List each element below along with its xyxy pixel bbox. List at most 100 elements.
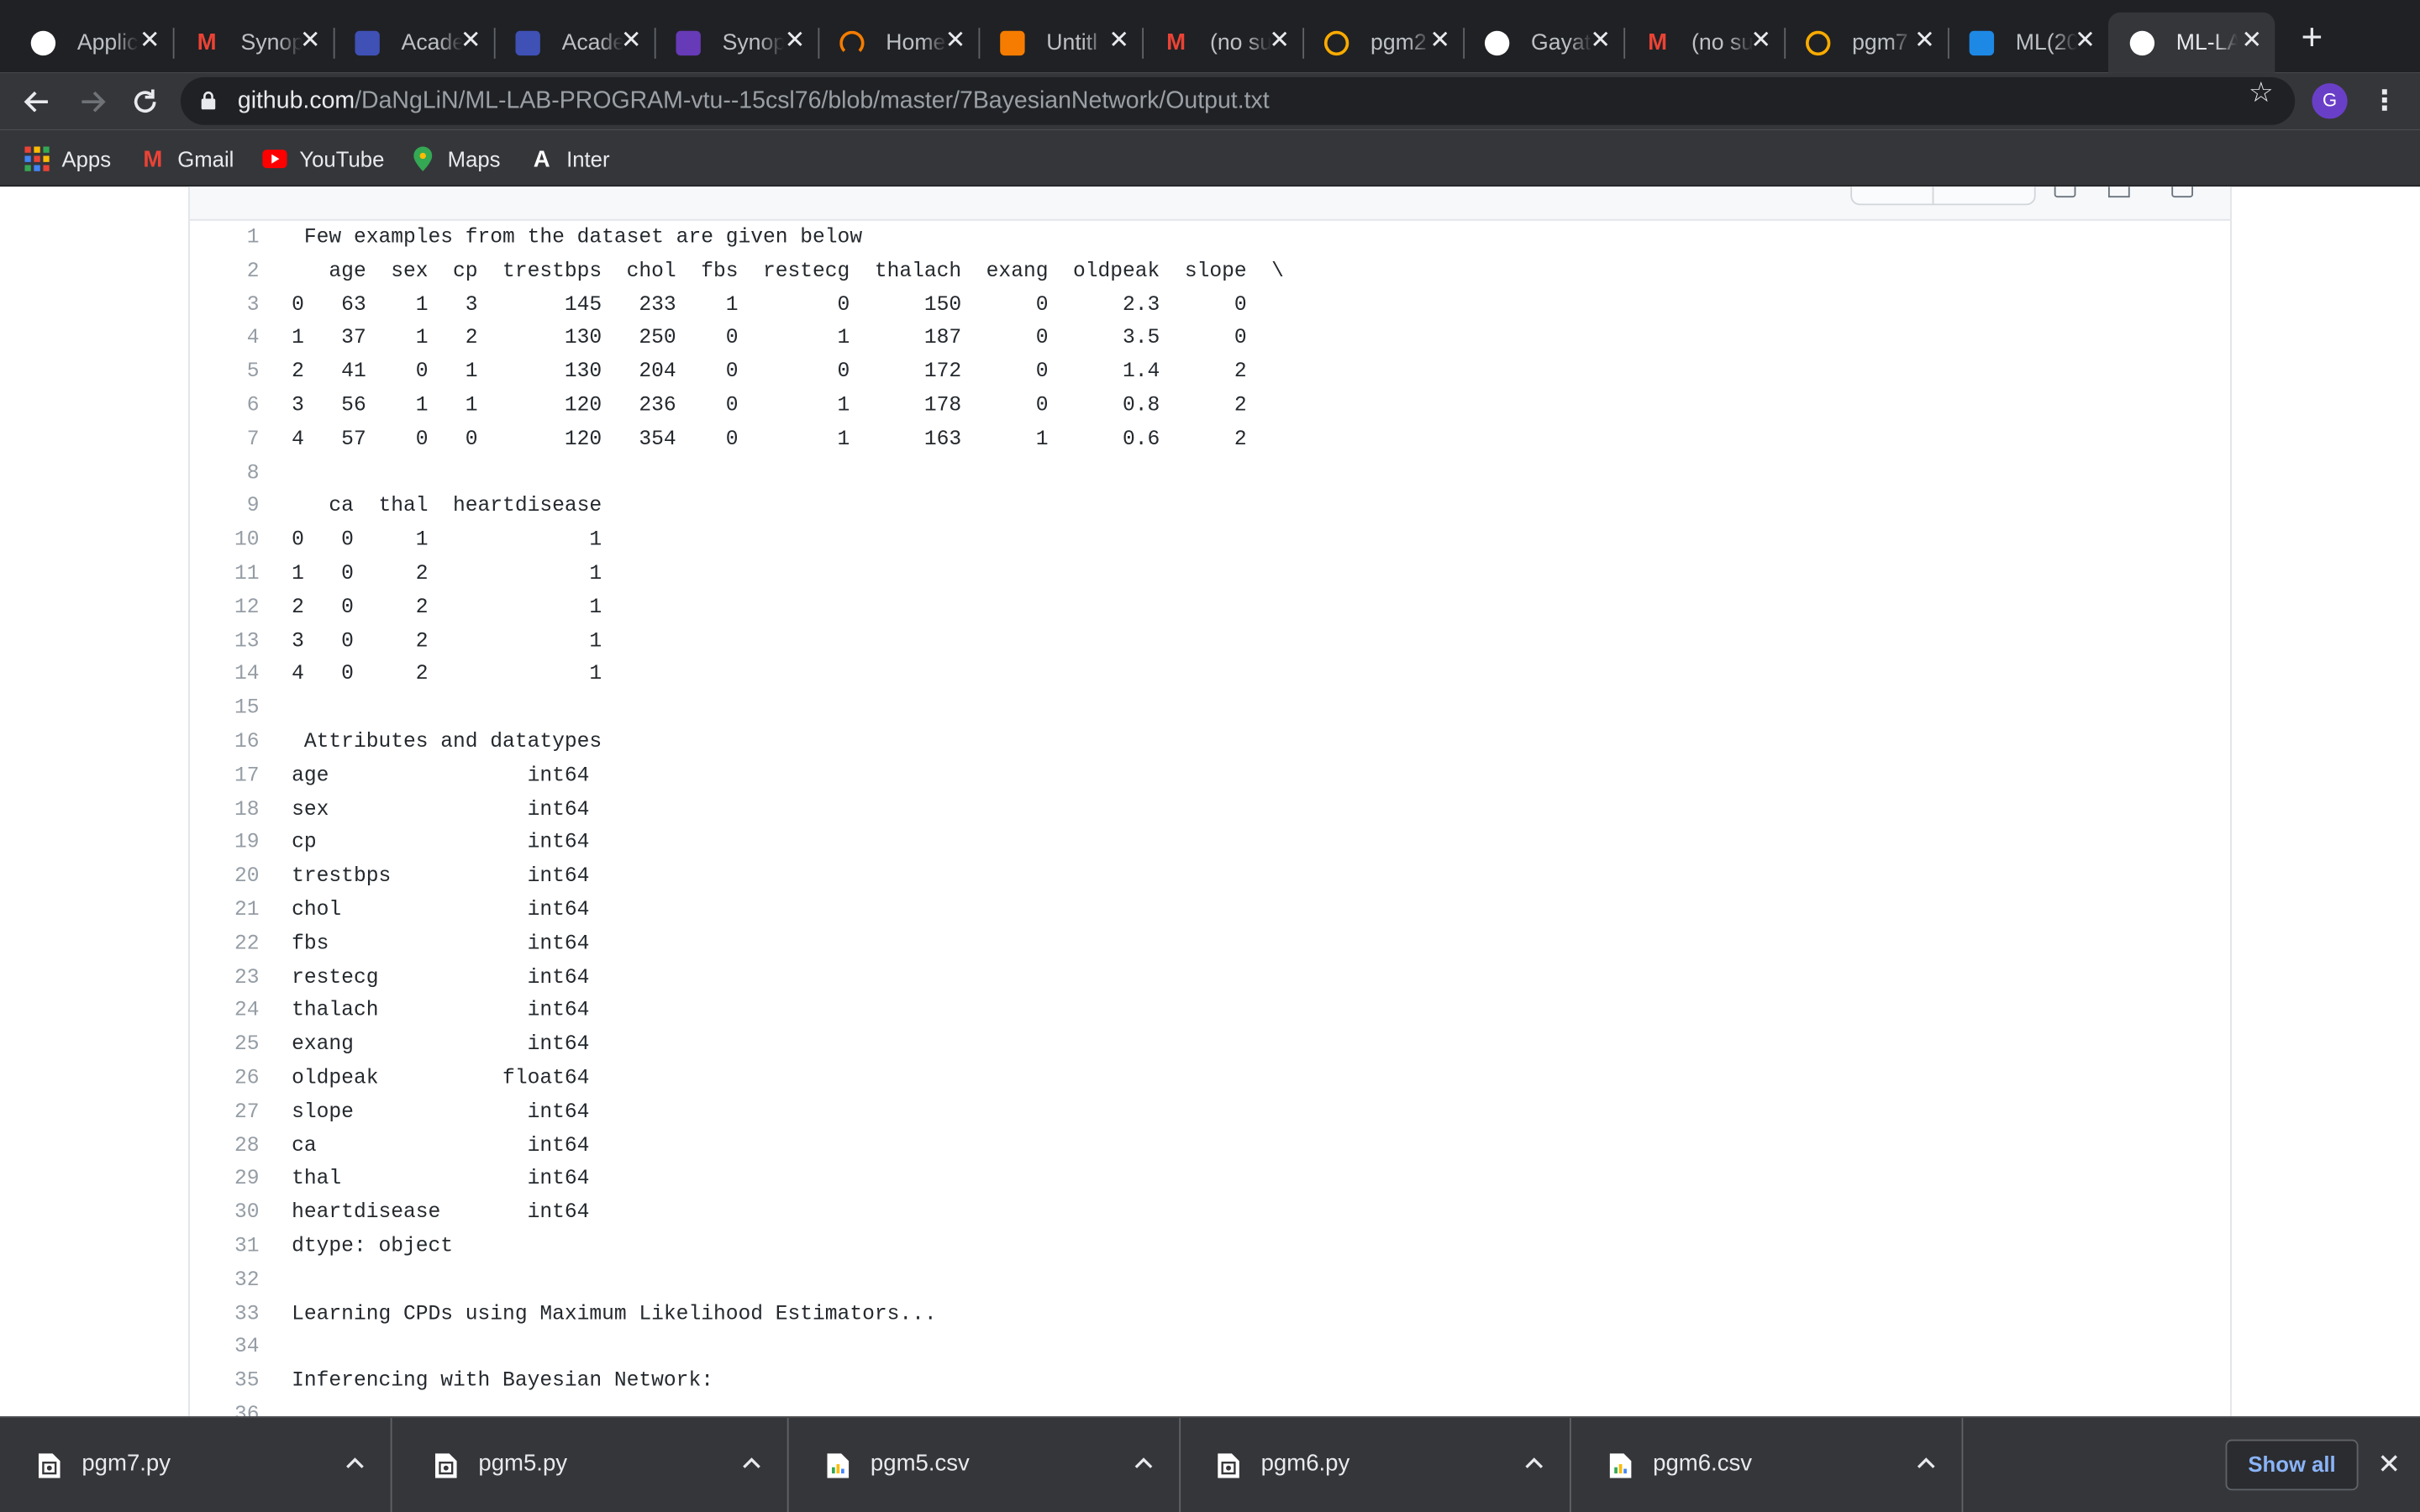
line-number[interactable]: 21: [190, 895, 260, 928]
browser-tab[interactable]: Home ✕: [818, 13, 981, 73]
browser-tab[interactable]: M Synop ✕: [173, 13, 335, 73]
tab-close-icon[interactable]: ✕: [2238, 28, 2265, 55]
line-number[interactable]: 12: [190, 592, 260, 626]
desktop-icon[interactable]: [2054, 186, 2076, 198]
chevron-up-icon[interactable]: [339, 1447, 371, 1478]
browser-tab[interactable]: Applic ✕: [9, 13, 175, 73]
line-number[interactable]: 31: [190, 1231, 260, 1265]
bookmark-inter[interactable]: A Inter: [529, 145, 610, 173]
tab-close-icon[interactable]: ✕: [1426, 28, 1454, 55]
line-number[interactable]: 15: [190, 693, 260, 727]
bookmark-apps[interactable]: Apps: [24, 145, 111, 173]
tab-close-icon[interactable]: ✕: [1265, 28, 1293, 55]
line-number[interactable]: 14: [190, 659, 260, 693]
line-number[interactable]: 17: [190, 760, 260, 794]
tab-close-icon[interactable]: ✕: [457, 28, 485, 55]
browser-tab[interactable]: M (no su ✕: [1623, 13, 1786, 73]
line-number[interactable]: 4: [190, 323, 260, 357]
raw-blame-button-group[interactable]: [1850, 186, 2036, 206]
line-number[interactable]: 20: [190, 861, 260, 895]
download-item[interactable]: pgm5.csv: [789, 1417, 1181, 1512]
browser-tab[interactable]: Gayat ✕: [1463, 13, 1626, 73]
reload-button[interactable]: [124, 81, 166, 123]
browser-tab[interactable]: Untitl ✕: [978, 13, 1144, 73]
download-item[interactable]: pgm6.py: [1179, 1417, 1571, 1512]
line-number[interactable]: 35: [190, 1366, 260, 1399]
forward-button[interactable]: [71, 81, 113, 123]
bookmark-star-icon[interactable]: ☆: [2245, 77, 2276, 108]
line-number[interactable]: 10: [190, 525, 260, 559]
line-number[interactable]: 28: [190, 1130, 260, 1163]
line-number[interactable]: 32: [190, 1265, 260, 1299]
tab-close-icon[interactable]: ✕: [781, 28, 808, 55]
chevron-up-icon[interactable]: [736, 1447, 767, 1478]
browser-tab[interactable]: Acade ✕: [334, 13, 496, 73]
tab-close-icon[interactable]: ✕: [1105, 28, 1133, 55]
bookmark-gmail[interactable]: M Gmail: [140, 145, 234, 173]
bookmark-maps[interactable]: Maps: [411, 145, 501, 173]
download-item[interactable]: pgm5.py: [397, 1417, 789, 1512]
url-text[interactable]: github.com/DaNgLiN/ML-LAB-PROGRAM-vtu--1…: [238, 88, 1270, 116]
line-number[interactable]: 22: [190, 928, 260, 962]
download-item[interactable]: pgm7.py: [0, 1417, 392, 1512]
line-number[interactable]: 27: [190, 1096, 260, 1130]
download-item[interactable]: pgm6.csv: [1571, 1417, 1964, 1512]
tab-close-icon[interactable]: ✕: [941, 28, 969, 55]
tab-close-icon[interactable]: ✕: [1911, 28, 1939, 55]
line-number[interactable]: 33: [190, 1299, 260, 1332]
line-number[interactable]: 19: [190, 827, 260, 861]
tab-title: pgm7: [1852, 29, 1908, 55]
line-number[interactable]: 23: [190, 962, 260, 995]
browser-tab[interactable]: Synop ✕: [655, 13, 820, 73]
line-number[interactable]: 13: [190, 626, 260, 659]
line-number[interactable]: 3: [190, 290, 260, 323]
code-line: 8: [190, 458, 2230, 491]
line-number[interactable]: 24: [190, 995, 260, 1029]
tab-close-icon[interactable]: ✕: [136, 28, 164, 55]
line-number[interactable]: 7: [190, 424, 260, 458]
chevron-up-icon[interactable]: [1518, 1447, 1549, 1478]
tab-close-icon[interactable]: ✕: [2071, 28, 2099, 55]
browser-tab[interactable]: ML-LA ✕: [2107, 12, 2275, 73]
url-host: github.com: [237, 87, 355, 114]
line-number[interactable]: 34: [190, 1332, 260, 1366]
line-number[interactable]: 26: [190, 1063, 260, 1096]
line-number[interactable]: 11: [190, 559, 260, 592]
line-number[interactable]: 25: [190, 1029, 260, 1063]
line-number[interactable]: 16: [190, 727, 260, 760]
browser-tab[interactable]: ML(20 ✕: [1948, 13, 2108, 73]
line-number[interactable]: 18: [190, 794, 260, 827]
browser-tab[interactable]: pgm7 ✕: [1784, 13, 1949, 73]
chevron-up-icon[interactable]: [1911, 1447, 1942, 1478]
trash-icon[interactable]: [2171, 186, 2194, 198]
chevron-up-icon[interactable]: [1128, 1447, 1160, 1478]
tab-close-icon[interactable]: ✕: [618, 28, 645, 55]
address-bar[interactable]: github.com/DaNgLiN/ML-LAB-PROGRAM-vtu--1…: [180, 76, 2296, 125]
kebab-menu-icon[interactable]: ⋮: [2370, 83, 2398, 117]
tab-close-icon[interactable]: ✕: [297, 28, 324, 55]
line-number[interactable]: 29: [190, 1163, 260, 1197]
new-tab-button[interactable]: +: [2293, 19, 2330, 57]
show-all-downloads-button[interactable]: Show all: [2225, 1439, 2359, 1491]
tab-close-icon[interactable]: ✕: [1747, 28, 1775, 55]
line-number[interactable]: 8: [190, 458, 260, 491]
browser-tab[interactable]: M (no su ✕: [1142, 13, 1305, 73]
bookmark-youtube[interactable]: YouTube: [262, 145, 384, 173]
line-text: thalach int64: [292, 1000, 590, 1024]
line-number[interactable]: 9: [190, 491, 260, 525]
edit-pencil-icon[interactable]: [2107, 186, 2130, 198]
download-file-name: pgm6.csv: [1653, 1450, 1753, 1477]
line-number[interactable]: 2: [190, 256, 260, 290]
line-number[interactable]: 5: [190, 357, 260, 391]
line-number[interactable]: 36: [190, 1399, 260, 1416]
line-number[interactable]: 1: [190, 222, 260, 255]
profile-avatar[interactable]: G: [2312, 83, 2348, 119]
browser-tab[interactable]: Acade ✕: [494, 13, 656, 73]
browser-tab[interactable]: pgm2 ✕: [1302, 13, 1465, 73]
line-number[interactable]: 6: [190, 391, 260, 424]
tab-close-icon[interactable]: ✕: [1586, 28, 1614, 55]
code-line: 24 thalach int64: [190, 995, 2230, 1029]
back-button[interactable]: [15, 81, 58, 123]
close-shelf-icon[interactable]: ✕: [2372, 1447, 2406, 1481]
line-number[interactable]: 30: [190, 1198, 260, 1231]
